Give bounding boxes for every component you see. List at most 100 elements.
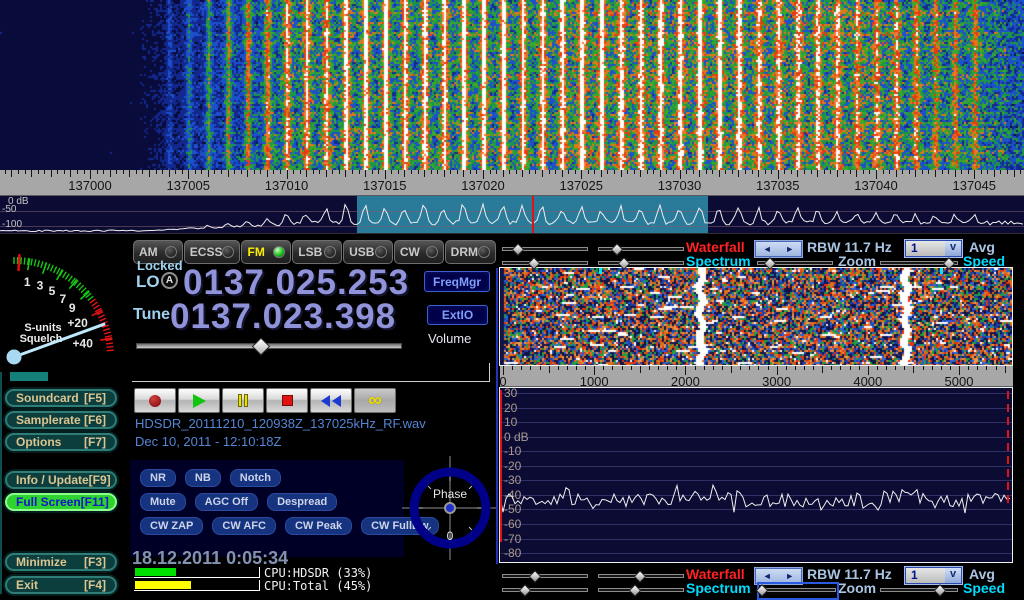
spectrum-gain-slider[interactable] bbox=[502, 585, 588, 597]
minimize-button[interactable]: Minimize[F3] bbox=[5, 553, 117, 571]
spectrum-gain-slider[interactable] bbox=[502, 258, 588, 270]
slider-thumb[interactable] bbox=[629, 584, 642, 597]
spectrum-range-slider[interactable] bbox=[598, 585, 684, 597]
waterfall-brightness-slider[interactable] bbox=[502, 244, 588, 256]
scale-tick bbox=[293, 170, 294, 174]
band-edge-marker bbox=[500, 390, 502, 542]
slider-track[interactable] bbox=[598, 261, 684, 265]
mode-button-drm[interactable]: DRM bbox=[445, 240, 496, 264]
slider-thumb[interactable] bbox=[617, 257, 630, 270]
cw-zap-button[interactable]: CW ZAP bbox=[140, 517, 203, 535]
speed-slider[interactable] bbox=[880, 585, 958, 597]
options-button[interactable]: Options[F7] bbox=[5, 433, 117, 451]
mode-button-lsb[interactable]: LSB bbox=[292, 240, 342, 264]
slider-track[interactable] bbox=[502, 574, 588, 578]
scale-tick bbox=[896, 170, 897, 177]
slider-thumb[interactable] bbox=[755, 584, 768, 597]
mode-button-fm[interactable]: FM bbox=[241, 240, 291, 264]
panel-splitter[interactable] bbox=[496, 268, 498, 564]
volume-slider[interactable] bbox=[136, 339, 402, 355]
speed-slider[interactable] bbox=[880, 258, 958, 270]
soundcard-button[interactable]: Soundcard[F5] bbox=[5, 389, 117, 407]
main-spectrum-display[interactable]: 0 dB-50-100 bbox=[0, 196, 1024, 233]
play-button[interactable] bbox=[178, 388, 220, 413]
scale-tick bbox=[640, 170, 641, 177]
notch-button[interactable]: Notch bbox=[230, 469, 281, 487]
slider-thumb[interactable] bbox=[764, 257, 777, 270]
slider-thumb[interactable] bbox=[934, 584, 947, 597]
scale-tick bbox=[25, 170, 26, 174]
nr-button[interactable]: NR bbox=[140, 469, 176, 487]
scale-tick bbox=[968, 366, 969, 370]
mode-button-cw[interactable]: CW bbox=[394, 240, 444, 264]
tune-frequency-display[interactable]: 0137.023.398 bbox=[170, 297, 396, 337]
slider-thumb[interactable] bbox=[611, 243, 624, 256]
avg-dropdown[interactable]: 1 v bbox=[905, 240, 962, 257]
lo-auto-badge[interactable]: A bbox=[161, 272, 178, 289]
main-frequency-scale[interactable]: 1370001370051370101370151370201370251370… bbox=[0, 170, 1024, 196]
slider-thumb[interactable] bbox=[634, 570, 647, 583]
button-label: Full Screen bbox=[16, 495, 81, 509]
slider-thumb[interactable] bbox=[252, 337, 270, 355]
left-arrow-icon[interactable]: ◄ bbox=[763, 245, 772, 254]
loop-button[interactable]: ∞ bbox=[354, 388, 396, 413]
cw-afc-button[interactable]: CW AFC bbox=[212, 517, 276, 535]
avg-dropdown-value[interactable]: 1 bbox=[906, 568, 945, 583]
full-screen-button[interactable]: Full Screen[F11] bbox=[5, 493, 117, 511]
scale-tick bbox=[306, 170, 307, 177]
scale-tick bbox=[676, 366, 677, 370]
waterfall-contrast-slider[interactable] bbox=[598, 571, 684, 583]
extio-button[interactable]: ExtIO bbox=[427, 305, 488, 325]
squelch-bar[interactable] bbox=[10, 372, 48, 381]
despread-button[interactable]: Despread bbox=[267, 493, 337, 511]
slider-track[interactable] bbox=[502, 261, 588, 265]
slider-thumb[interactable] bbox=[527, 257, 540, 270]
scale-tick bbox=[1020, 170, 1021, 174]
spectrum-range-slider[interactable] bbox=[598, 258, 684, 270]
zoom-slider[interactable] bbox=[760, 585, 836, 597]
mode-led-icon bbox=[324, 246, 336, 258]
mode-button-ecss[interactable]: ECSS bbox=[184, 240, 241, 264]
pause-button[interactable] bbox=[222, 388, 264, 413]
avg-dropdown-value[interactable]: 1 bbox=[906, 241, 945, 256]
scale-tick bbox=[576, 366, 577, 370]
dropdown-arrow-icon[interactable]: v bbox=[945, 568, 961, 583]
nb-button[interactable]: NB bbox=[185, 469, 221, 487]
svg-text:3: 3 bbox=[37, 279, 44, 293]
left-arrow-icon[interactable]: ◄ bbox=[763, 572, 772, 581]
right-arrow-icon[interactable]: ► bbox=[785, 245, 794, 254]
zoom-slider[interactable] bbox=[757, 258, 833, 270]
record-button[interactable] bbox=[134, 388, 176, 413]
slider-thumb[interactable] bbox=[512, 243, 525, 256]
scale-tick bbox=[883, 170, 884, 174]
slider-thumb[interactable] bbox=[528, 570, 541, 583]
slider-track[interactable] bbox=[502, 588, 588, 592]
main-waterfall-display[interactable] bbox=[0, 0, 1024, 170]
waterfall-contrast-slider[interactable] bbox=[598, 244, 684, 256]
scale-tick bbox=[850, 366, 851, 370]
freqmgr-button[interactable]: FreqMgr bbox=[424, 271, 490, 292]
zoom-frequency-scale[interactable]: 010002000300040005000 bbox=[500, 366, 1013, 387]
slider-thumb[interactable] bbox=[519, 584, 532, 597]
dropdown-arrow-icon[interactable]: v bbox=[945, 241, 961, 256]
stop-button[interactable] bbox=[266, 388, 308, 413]
mute-button[interactable]: Mute bbox=[140, 493, 186, 511]
rewind-button[interactable] bbox=[310, 388, 352, 413]
right-arrow-icon[interactable]: ► bbox=[785, 572, 794, 581]
info-update-button[interactable]: Info / Update[F9] bbox=[5, 471, 117, 489]
slider-thumb[interactable] bbox=[942, 257, 955, 270]
exit-button[interactable]: Exit[F4] bbox=[5, 576, 117, 594]
zoom-waterfall-display[interactable] bbox=[500, 268, 1012, 365]
slider-track[interactable] bbox=[760, 588, 836, 592]
agc-off-button[interactable]: AGC Off bbox=[195, 493, 258, 511]
waterfall-brightness-slider[interactable] bbox=[502, 571, 588, 583]
avg-dropdown[interactable]: 1 v bbox=[905, 567, 962, 584]
waterfall-scroll-spinner[interactable]: ◄ ► bbox=[755, 568, 802, 584]
samplerate-button[interactable]: Samplerate[F6] bbox=[5, 411, 117, 429]
scale-tick bbox=[1000, 170, 1001, 174]
mode-button-usb[interactable]: USB bbox=[343, 240, 393, 264]
scale-tick bbox=[653, 170, 654, 174]
waterfall-scroll-spinner[interactable]: ◄ ► bbox=[755, 241, 802, 257]
spectrum-label[interactable]: Spectrum bbox=[686, 580, 751, 596]
cw-peak-button[interactable]: CW Peak bbox=[285, 517, 352, 535]
